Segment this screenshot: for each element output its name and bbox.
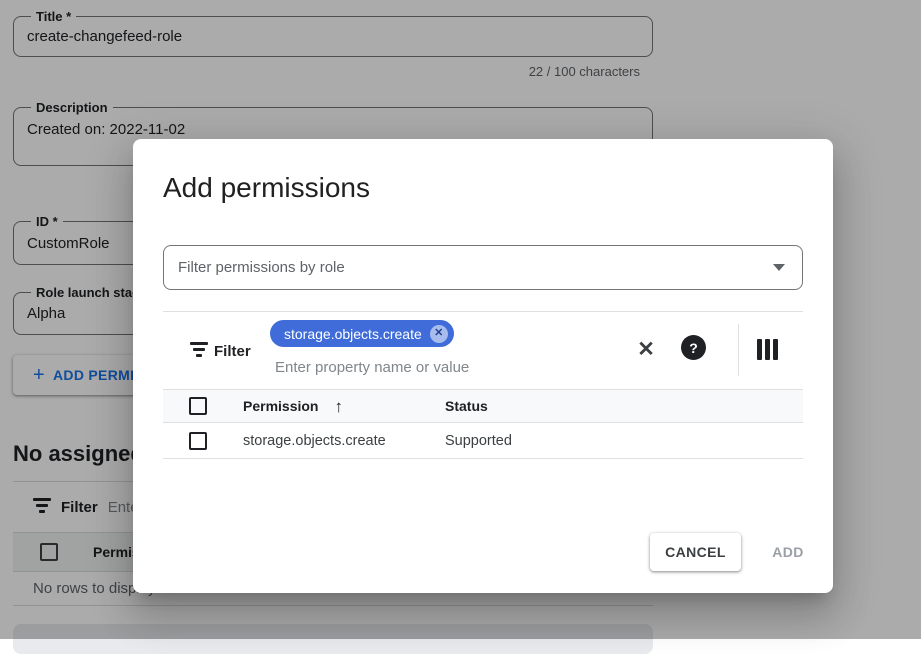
filter-chip-label: storage.objects.create: [284, 326, 422, 342]
filter-input-placeholder[interactable]: Enter property name or value: [275, 359, 469, 376]
table-row[interactable]: storage.objects.create Supported: [163, 423, 803, 459]
permissions-filter-toolbar: Filter storage.objects.create ✕ Enter pr…: [163, 311, 803, 389]
columns-icon[interactable]: [757, 339, 778, 360]
permission-cell: storage.objects.create: [243, 433, 386, 449]
select-all-checkbox[interactable]: [189, 397, 207, 415]
add-button[interactable]: ADD: [758, 533, 818, 571]
filter-icon: [190, 342, 208, 360]
chip-remove-icon[interactable]: ✕: [430, 325, 448, 343]
dialog-title: Add permissions: [163, 172, 370, 204]
filter-chip[interactable]: storage.objects.create ✕: [270, 320, 454, 347]
sort-ascending-icon[interactable]: ↑: [334, 398, 343, 415]
chevron-down-icon: [773, 264, 785, 271]
cancel-button[interactable]: CANCEL: [650, 533, 741, 571]
add-permissions-dialog: Add permissions Filter permissions by ro…: [133, 139, 833, 593]
status-column-header[interactable]: Status: [445, 398, 488, 414]
filter-label: Filter: [214, 343, 251, 360]
filter-by-role-dropdown[interactable]: Filter permissions by role: [163, 245, 803, 290]
permissions-table-header: Permission ↑ Status: [163, 389, 803, 423]
status-cell: Supported: [445, 433, 512, 449]
help-icon[interactable]: ?: [681, 335, 706, 360]
permissions-table: Permission ↑ Status storage.objects.crea…: [163, 389, 803, 459]
permission-column-header[interactable]: Permission: [243, 398, 318, 414]
row-checkbox[interactable]: [189, 432, 207, 450]
filter-by-role-placeholder: Filter permissions by role: [178, 259, 773, 276]
clear-filters-icon[interactable]: ✕: [631, 334, 661, 364]
toolbar-divider: [738, 324, 739, 376]
